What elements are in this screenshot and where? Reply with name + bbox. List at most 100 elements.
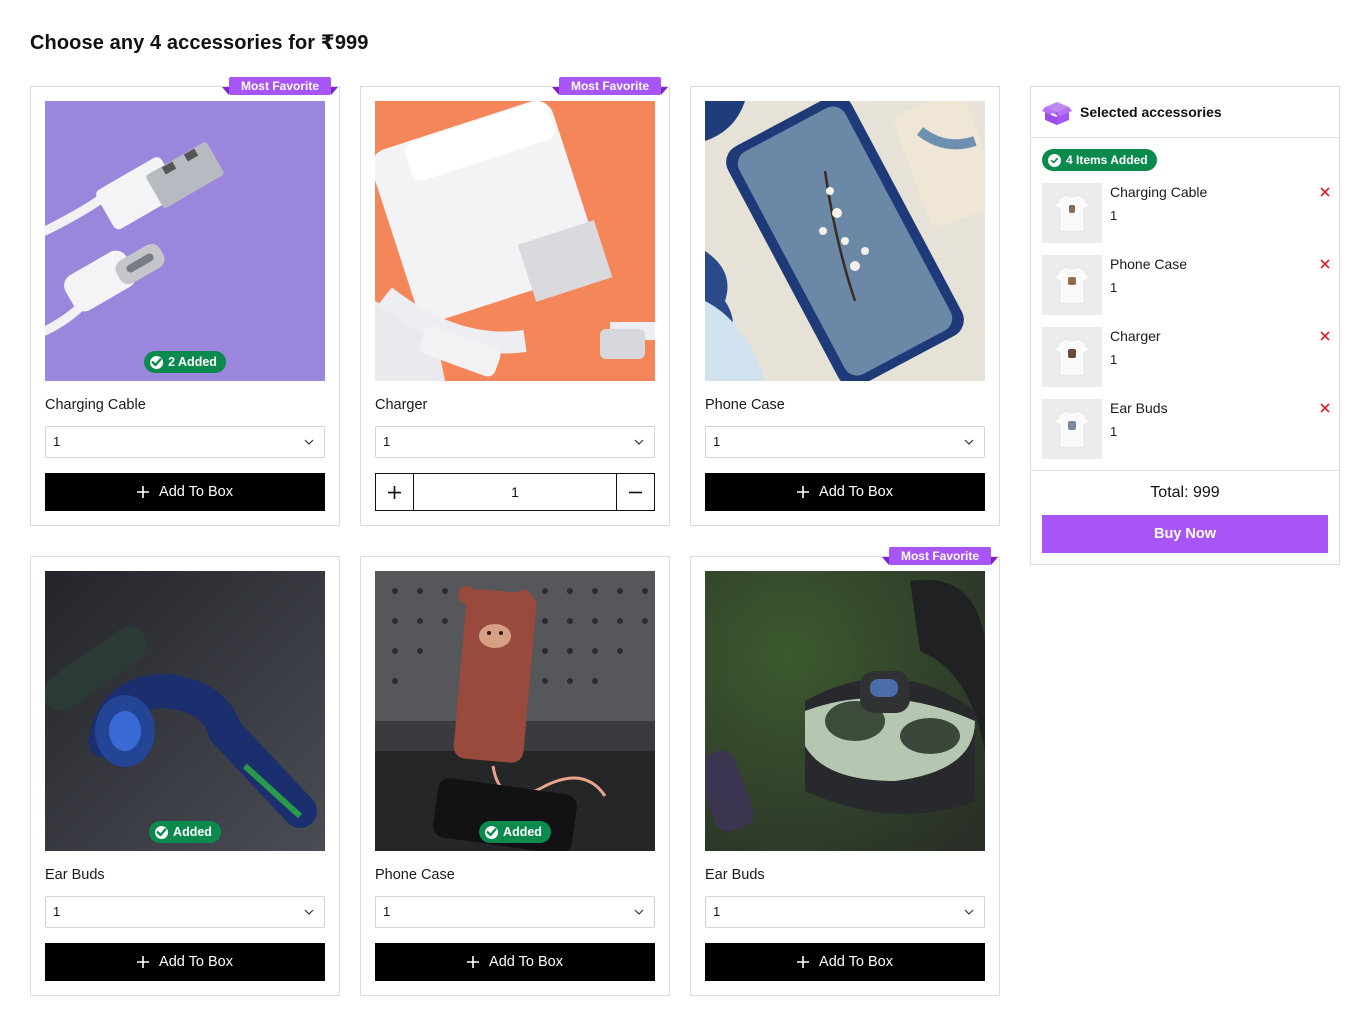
list-item: Phone Case 1: [1042, 255, 1332, 327]
item-name: Charging Cable: [1110, 184, 1208, 200]
stepper-value: 1: [511, 484, 519, 500]
buy-now-button[interactable]: Buy Now: [1042, 515, 1328, 553]
charging-cable-photo: [45, 101, 325, 381]
chevron-down-icon: [634, 439, 644, 445]
item-name: Ear Buds: [1110, 400, 1168, 416]
product-image[interactable]: 2 Added: [45, 101, 325, 381]
quantity-select[interactable]: 1: [45, 896, 325, 928]
badge-label: Added: [173, 825, 212, 839]
badge-label: 4 Items Added: [1066, 153, 1148, 167]
product-image[interactable]: Added: [45, 571, 325, 851]
charger-photo: [375, 101, 655, 381]
product-name: Charger: [375, 397, 428, 413]
panel-title: Selected accessories: [1080, 104, 1222, 120]
quantity-stepper: 1: [375, 473, 655, 511]
product-card: Most Favorite 2 Added Charging Cable 1 A…: [30, 77, 340, 526]
item-quantity: 1: [1110, 208, 1118, 223]
page-title: Choose any 4 accessories for ₹999: [30, 32, 369, 54]
minus-icon: [629, 491, 642, 493]
button-label: Add To Box: [819, 954, 893, 970]
quantity-value: 1: [383, 904, 391, 919]
chevron-down-icon: [304, 439, 314, 445]
product-name: Ear Buds: [45, 867, 105, 883]
product-card: Added Phone Case 1 Add To Box: [360, 556, 670, 996]
quantity-value: 1: [53, 904, 61, 919]
add-to-box-button[interactable]: Add To Box: [705, 473, 985, 511]
check-icon: [485, 825, 499, 839]
quantity-value: 1: [53, 434, 61, 449]
list-item: Charger 1: [1042, 327, 1332, 399]
item-quantity: 1: [1110, 424, 1118, 439]
plus-icon: [797, 956, 810, 968]
item-name: Phone Case: [1110, 256, 1188, 272]
remove-icon[interactable]: [1318, 257, 1332, 271]
item-quantity: 1: [1110, 352, 1118, 367]
quantity-select[interactable]: 1: [45, 426, 325, 458]
list-item: Charging Cable 1: [1042, 183, 1332, 255]
total-amount: Total: 999: [1150, 484, 1220, 501]
box-icon: [1042, 102, 1072, 125]
item-name: Charger: [1110, 328, 1161, 344]
product-image[interactable]: [705, 101, 985, 381]
decrement-button[interactable]: [616, 474, 654, 510]
item-thumbnail: [1042, 183, 1102, 243]
plus-icon: [797, 486, 810, 498]
product-name: Phone Case: [375, 867, 455, 883]
remove-icon[interactable]: [1318, 401, 1332, 415]
quantity-value: 1: [713, 904, 721, 919]
quantity-select[interactable]: 1: [705, 426, 985, 458]
item-thumbnail: [1042, 255, 1102, 315]
product-name: Phone Case: [705, 397, 785, 413]
remove-icon[interactable]: [1318, 185, 1332, 199]
chevron-down-icon: [634, 909, 644, 915]
item-quantity: 1: [1110, 280, 1118, 295]
product-card: Most Favorite Charger 1 1: [360, 77, 670, 526]
items-added-badge: 4 Items Added: [1042, 149, 1157, 171]
add-to-box-button[interactable]: Add To Box: [45, 943, 325, 981]
panel-header: Selected accessories: [1031, 87, 1339, 138]
check-icon: [155, 825, 169, 839]
add-to-box-button[interactable]: Add To Box: [375, 943, 655, 981]
badge-label: Added: [503, 825, 542, 839]
divider: [1031, 470, 1339, 471]
added-badge: Added: [479, 821, 551, 843]
quantity-select[interactable]: 1: [375, 426, 655, 458]
product-image[interactable]: Added: [375, 571, 655, 851]
plus-icon: [388, 485, 401, 499]
plus-icon: [137, 486, 150, 498]
increment-button[interactable]: [376, 474, 414, 510]
plus-icon: [467, 956, 480, 968]
product-card: Phone Case 1 Add To Box: [690, 86, 1000, 526]
chevron-down-icon: [964, 439, 974, 445]
quantity-value: 1: [383, 434, 391, 449]
quantity-select[interactable]: 1: [705, 896, 985, 928]
item-thumbnail: [1042, 399, 1102, 459]
button-label: Add To Box: [159, 954, 233, 970]
added-badge: 2 Added: [144, 351, 226, 373]
selected-accessories-panel: Selected accessories 4 Items Added Charg…: [1030, 86, 1340, 565]
added-badge: Added: [149, 821, 221, 843]
most-favorite-ribbon: Most Favorite: [551, 77, 669, 95]
chevron-down-icon: [304, 909, 314, 915]
check-icon: [1048, 153, 1061, 167]
remove-icon[interactable]: [1318, 329, 1332, 343]
quantity-value: 1: [713, 434, 721, 449]
list-item: Ear Buds 1: [1042, 399, 1332, 471]
add-to-box-button[interactable]: Add To Box: [45, 473, 325, 511]
bear-phone-case-photo: [375, 571, 655, 851]
earbud-photo: [45, 571, 325, 851]
most-favorite-ribbon: Most Favorite: [881, 547, 999, 565]
plus-icon: [137, 956, 150, 968]
product-card: Added Ear Buds 1 Add To Box: [30, 556, 340, 996]
add-to-box-button[interactable]: Add To Box: [705, 943, 985, 981]
item-thumbnail: [1042, 327, 1102, 387]
phone-case-photo: [705, 101, 985, 381]
button-label: Add To Box: [819, 484, 893, 500]
product-image[interactable]: [375, 101, 655, 381]
most-favorite-ribbon: Most Favorite: [221, 77, 339, 95]
quantity-select[interactable]: 1: [375, 896, 655, 928]
button-label: Add To Box: [489, 954, 563, 970]
selected-items-list: Charging Cable 1 Phone Case 1 Charger 1 …: [1042, 183, 1332, 471]
product-name: Ear Buds: [705, 867, 765, 883]
product-image[interactable]: [705, 571, 985, 851]
